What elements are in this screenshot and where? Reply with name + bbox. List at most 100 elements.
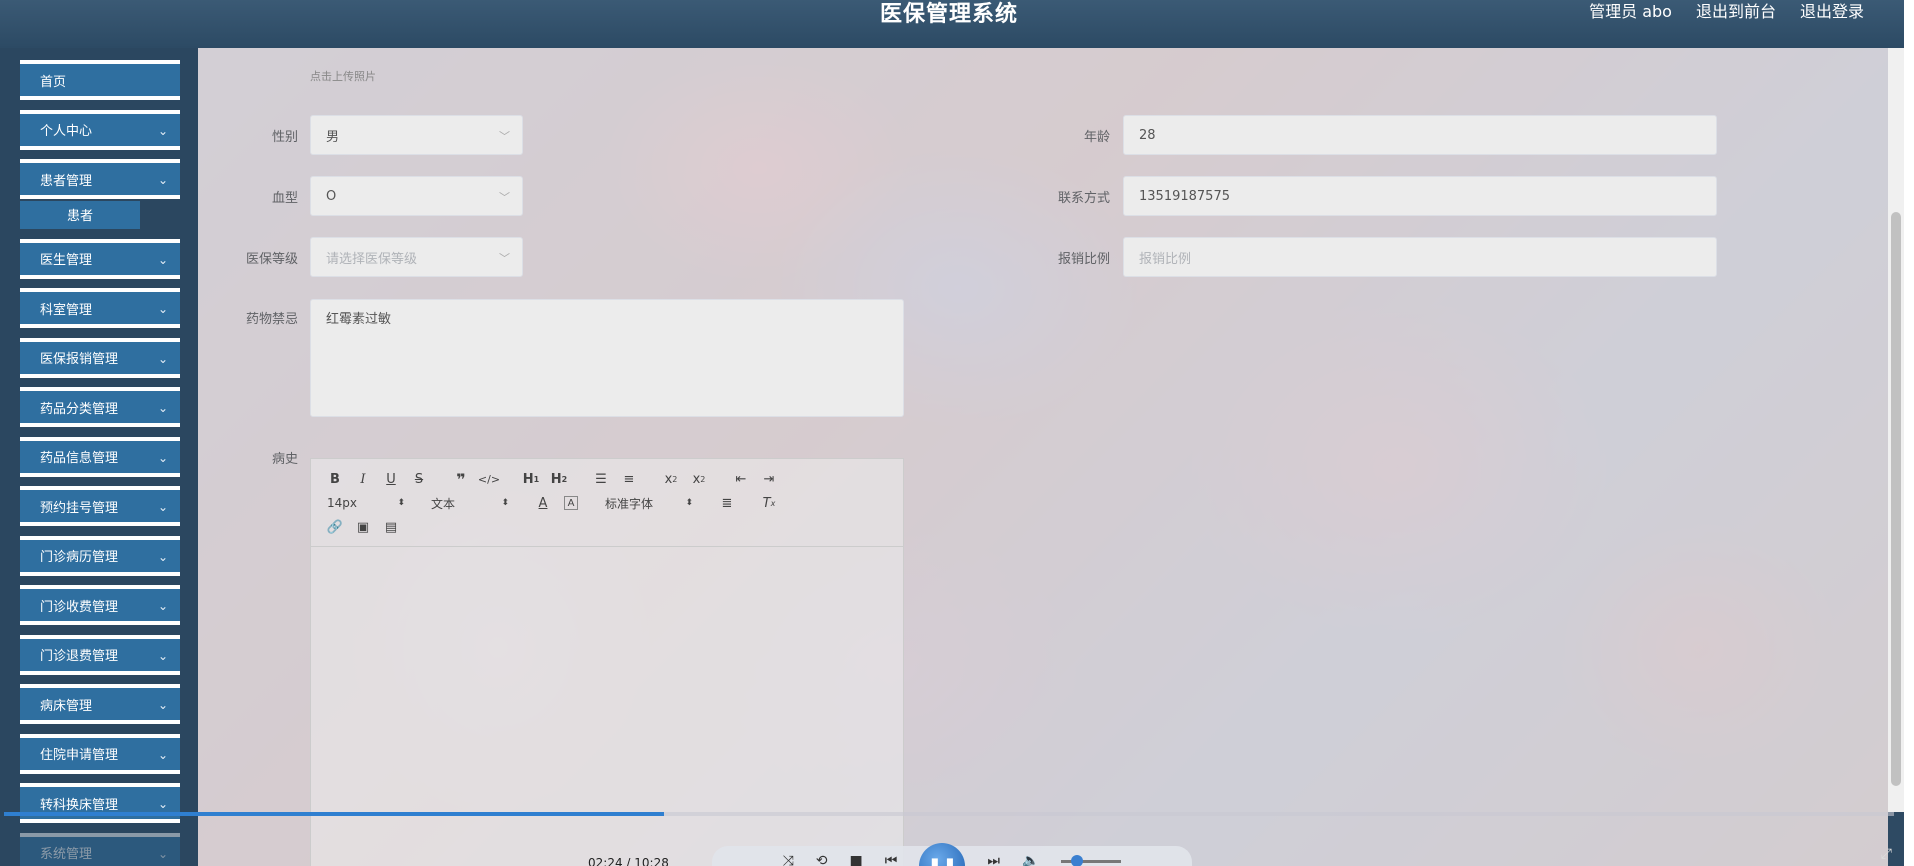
chevron-down-icon: ⌄ (157, 549, 168, 564)
chevron-down-icon: ⌄ (157, 450, 168, 465)
to-front-link[interactable]: 退出到前台 (1696, 0, 1776, 22)
volume-icon[interactable]: 🔈 (1022, 853, 1039, 866)
upload-photo-hint[interactable]: 点击上传照片 (310, 68, 376, 84)
sidebar-item-departments[interactable]: 科室管理 ⌄ (20, 288, 180, 328)
chevron-down-icon: ⌄ (157, 698, 168, 712)
sidebar-item-system[interactable]: 系统管理 ⌄ (20, 832, 180, 866)
subscript-icon[interactable]: x2 (657, 468, 685, 490)
block-type-select[interactable]: 文本 ⬍ (425, 495, 515, 512)
chevron-down-icon: ⌄ (157, 599, 168, 613)
shuffle-icon[interactable]: ⤨ (783, 853, 794, 866)
font-size-select[interactable]: 14px ⬍ (321, 496, 411, 510)
code-block-icon[interactable]: </> (475, 468, 503, 490)
top-header: 医保管理系统 管理员 abo 退出到前台 退出登录 (0, 0, 1904, 48)
player-controls: ⤨ ⟲ ■ ⏮ ❚❚ ⏭ 🔈 (712, 843, 1192, 866)
chevron-down-icon: ⌄ (157, 123, 168, 138)
underline-icon[interactable]: U (377, 468, 405, 490)
heading-1-icon[interactable]: H1 (517, 468, 545, 490)
gender-label: 性别 (271, 130, 298, 145)
chevron-down-icon: ⌄ (157, 302, 168, 316)
current-user: 管理员 abo (1589, 2, 1672, 21)
chevron-down-icon: ⌄ (157, 252, 168, 267)
gender-select[interactable]: 男 ﹀ (310, 115, 523, 155)
bold-icon[interactable]: B (321, 468, 349, 490)
sidebar-item-outpatient-records[interactable]: 门诊病历管理 ⌄ (20, 535, 180, 576)
chevron-down-icon: ⌄ (157, 401, 168, 415)
drug-allergy-textarea[interactable]: 红霉素过敏 (310, 299, 904, 417)
chevron-down-icon: ⌄ (157, 500, 168, 514)
age-label: 年龄 (1083, 130, 1110, 145)
fullscreen-icon[interactable]: ⤢ (1881, 846, 1892, 862)
heading-2-icon[interactable]: H2 (545, 468, 573, 490)
strikethrough-icon[interactable]: S (405, 468, 433, 490)
chevron-down-icon: ⌄ (157, 846, 168, 861)
italic-icon[interactable]: I (349, 468, 377, 490)
page-scrollbar[interactable] (1888, 48, 1904, 812)
blood-type-label: 血型 (271, 191, 298, 206)
app-title: 医保管理系统 (880, 2, 1019, 27)
sidebar-item-doctors[interactable]: 医生管理 ⌄ (20, 238, 180, 279)
updown-icon: ⬍ (501, 498, 509, 508)
editor-content-area[interactable] (311, 547, 903, 866)
editor-toolbar: B I U S ❞ </> H1 H2 ☰ ≡ x2 x2 ⇤ ⇥ 14px ⬍… (311, 459, 903, 547)
sidebar-item-outpatient-charges[interactable]: 门诊收费管理 ⌄ (20, 585, 180, 625)
sidebar-item-drug-category[interactable]: 药品分类管理 ⌄ (20, 387, 180, 427)
sidebar-item-beds[interactable]: 病床管理 ⌄ (20, 684, 180, 724)
updown-icon: ⬍ (685, 498, 693, 508)
chevron-down-icon: ⌄ (157, 797, 168, 811)
volume-slider[interactable] (1061, 854, 1122, 866)
stop-icon[interactable]: ■ (850, 853, 863, 866)
indent-icon[interactable]: ⇥ (755, 468, 783, 490)
chevron-down-icon: ⌄ (157, 351, 168, 366)
next-icon[interactable]: ⏭ (987, 853, 1000, 866)
outdent-icon[interactable]: ⇤ (727, 468, 755, 490)
header-actions: 管理员 abo 退出到前台 退出登录 (1589, 0, 1864, 22)
blockquote-icon[interactable]: ❞ (447, 468, 475, 490)
repeat-icon[interactable]: ⟲ (816, 853, 828, 866)
bullet-list-icon[interactable]: ≡ (615, 468, 643, 490)
previous-icon[interactable]: ⏮ (885, 853, 898, 866)
sidebar-item-home[interactable]: 首页 (20, 60, 180, 100)
ordered-list-icon[interactable]: ☰ (587, 468, 615, 490)
scrollbar-thumb[interactable] (1891, 212, 1901, 786)
chevron-down-icon: ﹀ (499, 252, 510, 265)
background-color-icon[interactable]: A (564, 496, 578, 510)
sidebar-item-profile[interactable]: 个人中心 ⌄ (20, 109, 180, 150)
video-icon[interactable]: ▤ (377, 516, 405, 538)
sidebar-item-transfer[interactable]: 转科换床管理 ⌄ (20, 783, 180, 823)
drug-allergy-label: 药物禁忌 (245, 312, 298, 327)
link-icon[interactable]: 🔗 (321, 516, 349, 538)
sidebar-item-outpatient-refunds[interactable]: 门诊退费管理 ⌄ (20, 634, 180, 675)
rich-text-editor: B I U S ❞ </> H1 H2 ☰ ≡ x2 x2 ⇤ ⇥ 14px ⬍… (310, 458, 904, 866)
clear-format-icon[interactable]: Tx (755, 492, 783, 514)
sidebar-item-reimbursement[interactable]: 医保报销管理 ⌄ (20, 337, 180, 378)
sidebar-item-patients[interactable]: 患者管理 ⌄ (20, 159, 180, 199)
sidebar-item-drug-info[interactable]: 药品信息管理 ⌄ (20, 436, 180, 477)
main-content: 点击上传照片 性别 男 ﹀ 年龄 28 血型 O ﹀ 联系方式 13519187… (198, 48, 1888, 866)
reimburse-ratio-input[interactable]: 报销比例 (1123, 237, 1717, 277)
logout-link[interactable]: 退出登录 (1800, 0, 1864, 22)
chevron-down-icon: ﹀ (499, 191, 510, 204)
reimburse-ratio-label: 报销比例 (1057, 252, 1110, 267)
font-color-icon[interactable]: A (529, 492, 557, 514)
font-family-select[interactable]: 标准字体 ⬍ (599, 495, 699, 512)
blood-type-select[interactable]: O ﹀ (310, 176, 523, 216)
playback-progress[interactable] (4, 812, 1894, 816)
chevron-down-icon: ⌄ (157, 648, 168, 663)
phone-input[interactable]: 13519187575 (1123, 176, 1717, 216)
phone-label: 联系方式 (1057, 191, 1110, 206)
chevron-down-icon: ⌄ (157, 173, 168, 187)
sidebar-item-admission[interactable]: 住院申请管理 ⌄ (20, 733, 180, 774)
updown-icon: ⬍ (397, 498, 405, 508)
sidebar-subitem-patient[interactable]: 患者 (20, 200, 140, 229)
chevron-down-icon: ⌄ (157, 747, 168, 762)
superscript-icon[interactable]: x2 (685, 468, 713, 490)
age-input[interactable]: 28 (1123, 115, 1717, 155)
sidebar-item-appointments[interactable]: 预约挂号管理 ⌄ (20, 486, 180, 526)
insurance-level-select[interactable]: 请选择医保等级 ﹀ (310, 237, 523, 277)
sidebar: 首页 个人中心 ⌄ 患者管理 ⌄ 患者 医生管理 ⌄ 科室管理 ⌄ 医保报销管理 ⌄ 药品… (0, 48, 198, 866)
image-icon[interactable]: ▣ (349, 516, 377, 538)
pause-icon[interactable]: ❚❚ (919, 843, 966, 866)
align-icon[interactable]: ≣ (713, 492, 741, 514)
medical-history-label: 病史 (271, 452, 298, 467)
